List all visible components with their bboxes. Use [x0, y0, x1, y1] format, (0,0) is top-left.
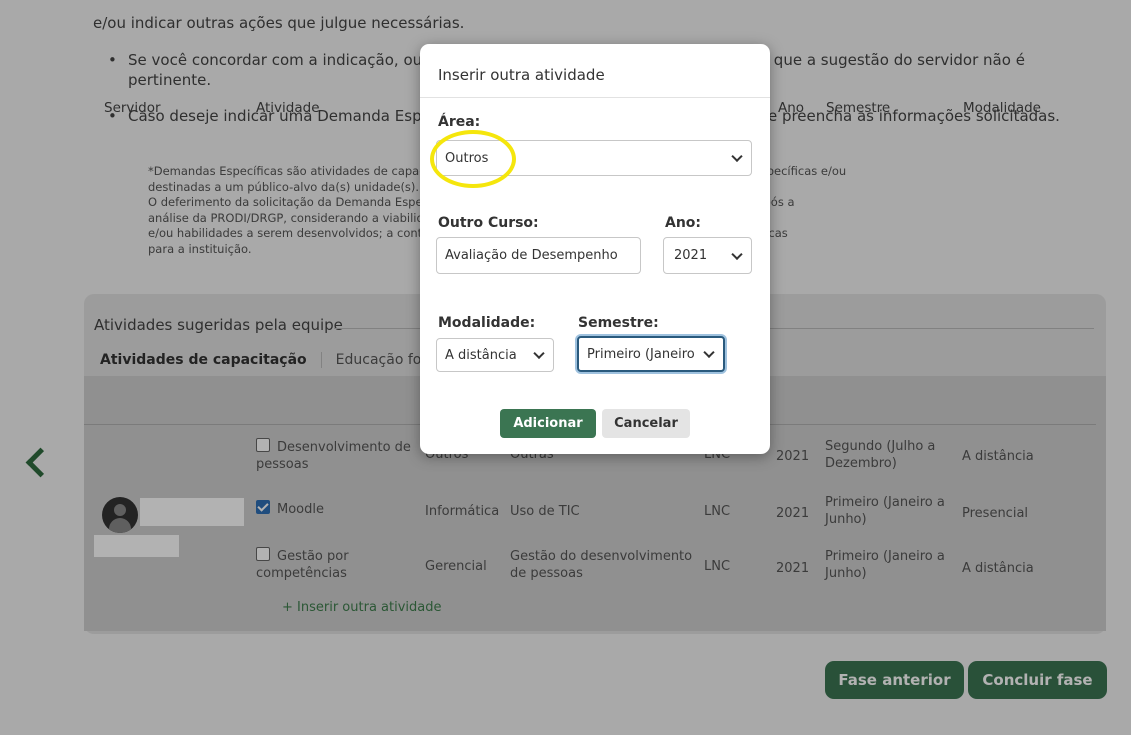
highlight-circle [430, 130, 516, 188]
semestre-label: Semestre: [578, 315, 659, 331]
ano-select-value: 2021 [674, 248, 708, 263]
chevron-down-icon [533, 347, 545, 360]
area-label: Área: [438, 114, 481, 130]
chevron-down-icon [731, 248, 743, 260]
modal-divider [420, 97, 770, 98]
semestre-select[interactable]: Primeiro (Janeiro [577, 336, 725, 372]
ano-select[interactable]: 2021 [663, 237, 752, 274]
modalidade-label: Modalidade: [438, 315, 536, 331]
insert-activity-modal: Inserir outra atividade Área: Outros Out… [420, 44, 770, 454]
add-button[interactable]: Adicionar [500, 409, 596, 438]
chevron-down-icon [731, 150, 743, 163]
outro-curso-label: Outro Curso: [438, 215, 539, 231]
outro-curso-input[interactable]: Avaliação de Desempenho [436, 237, 641, 274]
modalidade-select-value: A distância [445, 347, 517, 363]
cancel-button[interactable]: Cancelar [602, 409, 690, 438]
semestre-select-value: Primeiro (Janeiro [587, 346, 695, 362]
modalidade-select[interactable]: A distância [436, 338, 554, 372]
modal-title: Inserir outra atividade [438, 66, 605, 84]
ano-label: Ano: [665, 215, 702, 231]
outro-curso-value: Avaliação de Desempenho [445, 248, 618, 263]
chevron-down-icon [703, 346, 715, 359]
